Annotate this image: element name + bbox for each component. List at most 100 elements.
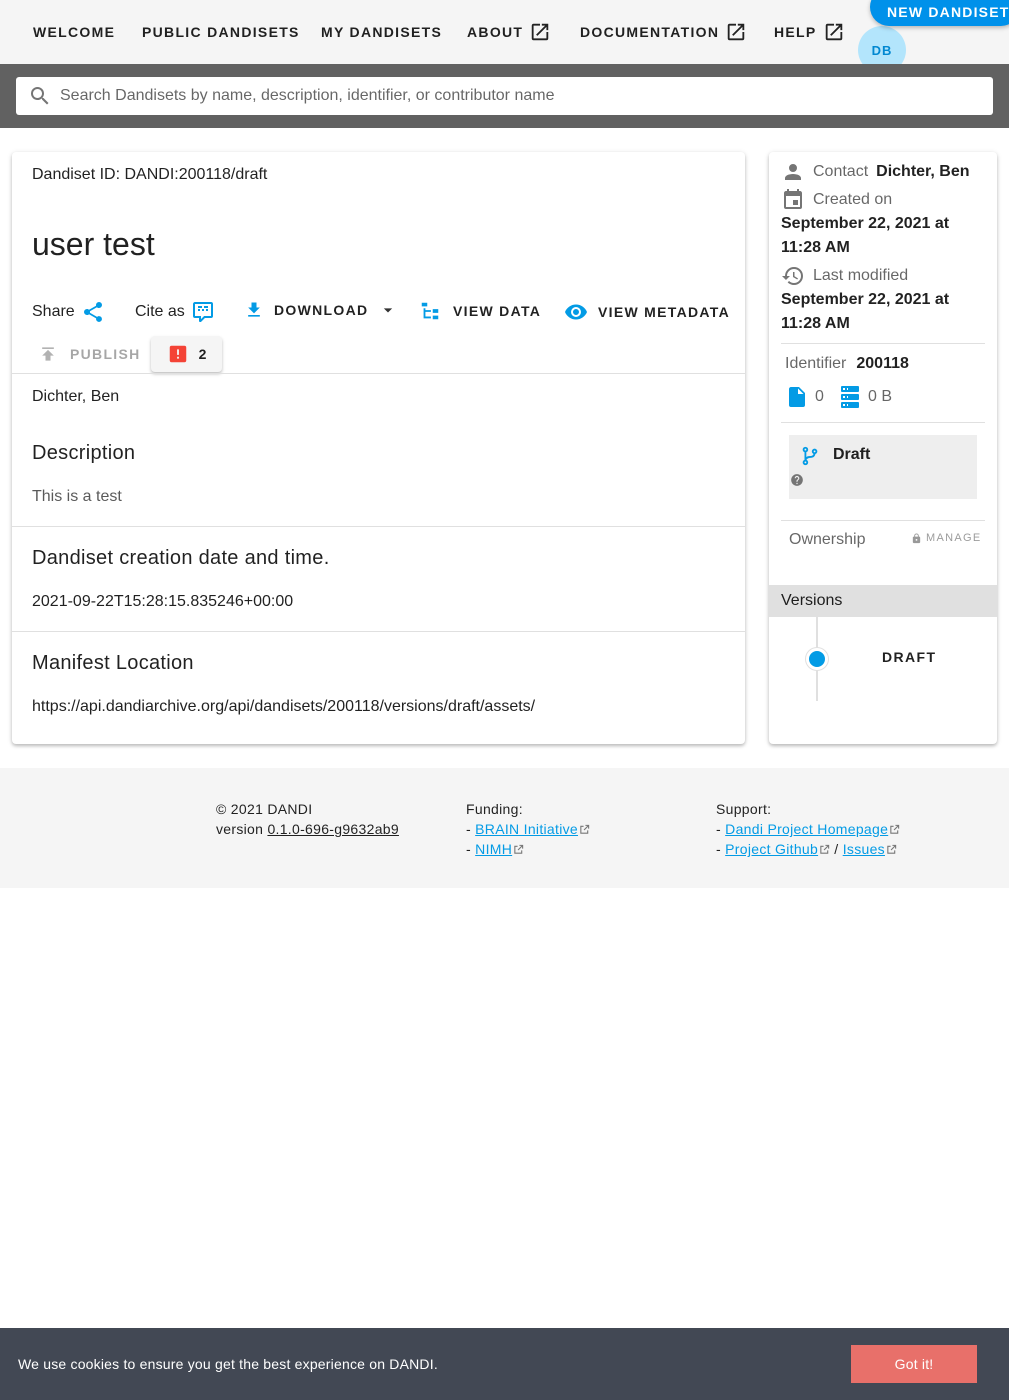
validation-errors-button[interactable]: 2: [151, 336, 222, 372]
cookie-banner: We use cookies to ensure you get the bes…: [0, 1328, 1009, 1400]
total-size: 0 B: [838, 385, 892, 409]
contributor-name: Dichter, Ben: [32, 388, 120, 405]
nimh-link[interactable]: NIMH: [475, 841, 512, 857]
publish-label: Publish: [70, 346, 141, 362]
download-icon: [244, 300, 264, 320]
created-value: September 22, 2021 at 11:28 AM: [781, 215, 950, 256]
history-icon: [781, 264, 805, 288]
help-circle-icon[interactable]: [790, 473, 804, 487]
download-label: Download: [274, 302, 369, 318]
file-tree-icon: [419, 300, 441, 322]
total-size-value: 0 B: [868, 388, 893, 405]
version-label: version: [216, 821, 264, 837]
version-draft-label: Draft: [882, 649, 937, 665]
footer: © 2021 DANDI version 0.1.0-696-g9632ab9 …: [0, 768, 1009, 888]
view-data-button[interactable]: View Data: [419, 300, 541, 322]
divider: [781, 520, 985, 521]
contact-value: Dichter, Ben: [876, 163, 970, 180]
brain-initiative-link[interactable]: BRAIN Initiative: [475, 821, 578, 837]
manifest-value: https://api.dandiarchive.org/api/dandise…: [32, 698, 536, 715]
dash: -: [716, 821, 721, 837]
nav-welcome[interactable]: Welcome: [33, 0, 115, 64]
file-document-icon: [785, 385, 809, 409]
menu-down-icon: [378, 300, 398, 320]
divider: [781, 422, 985, 423]
support-item: - Project Github / Issues: [716, 839, 900, 859]
new-dandiset-label: New Dandiset: [887, 4, 1010, 20]
scrollbar-track[interactable]: [1009, 0, 1024, 1400]
description-text: This is a test: [32, 488, 122, 505]
cite-as-button[interactable]: Cite as: [135, 300, 215, 324]
source-branch-icon: [799, 445, 821, 467]
search-box[interactable]: [16, 77, 993, 115]
nav-about[interactable]: About: [467, 0, 551, 64]
cite-as-label: Cite as: [135, 303, 185, 320]
search-input[interactable]: [60, 87, 960, 105]
nav-documentation-label: Documentation: [580, 24, 720, 40]
manage-label: Manage: [926, 532, 982, 544]
funding-label: Funding:: [466, 801, 523, 817]
database-icon: [838, 385, 862, 409]
issues-link[interactable]: Issues: [843, 841, 885, 857]
nav-my-dandisets[interactable]: My Dandisets: [321, 0, 442, 64]
footer-funding-column: Funding: - BRAIN Initiative - NIMH: [466, 799, 590, 859]
open-in-new-icon: [823, 21, 845, 43]
divider: [781, 343, 985, 344]
open-in-new-icon: [529, 21, 551, 43]
description-heading: Description: [32, 442, 136, 464]
share-label: Share: [32, 303, 75, 320]
version-link[interactable]: 0.1.0-696-g9632ab9: [267, 821, 399, 837]
external-link-icon: [819, 844, 830, 855]
dash: -: [716, 841, 721, 857]
publish-button[interactable]: Publish: [38, 344, 141, 364]
lock-icon: [911, 532, 922, 544]
project-github-link[interactable]: Project Github: [725, 841, 818, 857]
dandiset-title: user test: [32, 226, 155, 262]
download-button[interactable]: Download: [244, 300, 398, 320]
version-status-box: Draft: [789, 435, 977, 499]
alert-box-icon: [167, 343, 189, 365]
divider: [12, 526, 745, 527]
share-button[interactable]: Share: [32, 300, 105, 324]
manage-ownership-button[interactable]: Manage: [911, 532, 981, 544]
dandiset-main-card: Dandiset ID: DANDI:200118/draft user tes…: [12, 152, 745, 744]
funding-item: - BRAIN Initiative: [466, 819, 590, 839]
slash: /: [834, 841, 839, 857]
created-row: Created on: [781, 188, 892, 212]
created-label: Created on: [813, 191, 893, 208]
error-count: 2: [198, 346, 207, 362]
nav-about-label: About: [467, 24, 524, 40]
file-count: 0: [785, 385, 824, 409]
share-variant-icon: [81, 300, 105, 324]
timeline-dot: [806, 648, 828, 670]
versions-heading: Versions: [769, 585, 997, 617]
app-bar: Welcome Public Dandisets My Dandisets Ab…: [0, 0, 1020, 74]
identifier-label: Identifier: [785, 355, 847, 372]
view-metadata-button[interactable]: View Metadata: [564, 300, 730, 324]
external-link-icon: [886, 844, 897, 855]
magnify-icon: [28, 84, 52, 108]
open-in-new-icon: [725, 21, 747, 43]
manifest-heading: Manifest Location: [32, 652, 194, 674]
nav-documentation[interactable]: Documentation: [580, 0, 747, 64]
dandiset-id: Dandiset ID: DANDI:200118/draft: [32, 166, 268, 183]
support-item: - Dandi Project Homepage: [716, 819, 900, 839]
dandi-homepage-link[interactable]: Dandi Project Homepage: [725, 821, 888, 837]
footer-support-column: Support: - Dandi Project Homepage - Proj…: [716, 799, 900, 859]
nav-help[interactable]: Help: [774, 0, 845, 64]
contact-label: Contact: [813, 163, 869, 180]
calendar-icon: [781, 188, 805, 212]
modified-row: Last modified: [781, 264, 908, 288]
divider: [12, 373, 745, 374]
nav-public-dandisets[interactable]: Public Dandisets: [142, 0, 300, 64]
version-line: version 0.1.0-696-g9632ab9: [216, 819, 399, 839]
view-metadata-label: View Metadata: [598, 304, 730, 320]
new-dandiset-button[interactable]: New Dandiset: [870, 0, 1020, 26]
version-draft-button[interactable]: Draft: [882, 649, 936, 665]
footer-copyright-column: © 2021 DANDI version 0.1.0-696-g9632ab9: [216, 799, 399, 839]
creation-date-heading: Dandiset creation date and time.: [32, 547, 330, 569]
copyright-text: © 2021 DANDI: [216, 801, 313, 817]
cookie-accept-button[interactable]: Got it!: [851, 1345, 977, 1383]
eye-icon: [564, 300, 588, 324]
dandiset-side-card: Contact Dichter, Ben Created on Septembe…: [769, 152, 997, 744]
